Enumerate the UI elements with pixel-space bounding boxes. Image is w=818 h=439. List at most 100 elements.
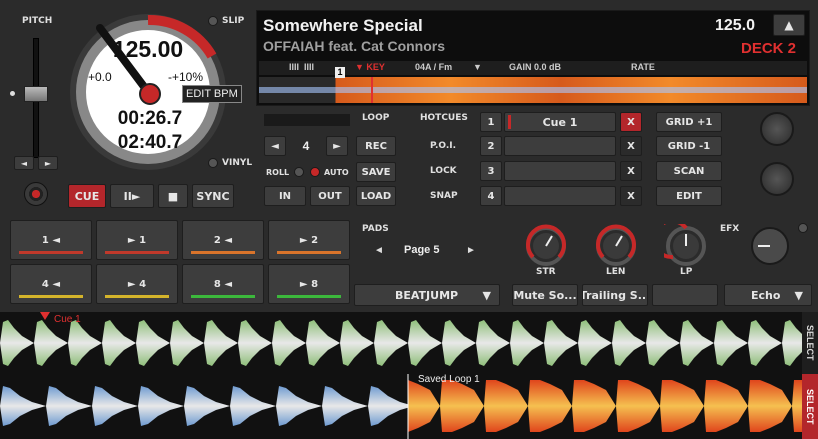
- hotcue-4-number[interactable]: 4: [480, 186, 502, 206]
- pads-mode-dropdown[interactable]: BEATJUMP ▼: [354, 284, 500, 306]
- hotcue-4-delete-button[interactable]: X: [620, 186, 642, 206]
- select-top-button[interactable]: SELECT: [802, 312, 818, 374]
- loop-out-button[interactable]: OUT: [310, 186, 350, 206]
- pads-mode-value: BEATJUMP: [395, 288, 459, 302]
- pad-6[interactable]: ► 4: [96, 264, 178, 304]
- pads-prev-page-button[interactable]: ◄: [374, 245, 384, 256]
- effect-slot-3[interactable]: [652, 284, 718, 306]
- snap-label: SNAP: [430, 191, 458, 201]
- grid-knob-top[interactable]: [760, 112, 794, 146]
- loop-load-button[interactable]: LOAD: [356, 186, 396, 206]
- pad-4[interactable]: ► 2: [268, 220, 350, 260]
- roll-label: ROLL: [266, 168, 290, 177]
- len-label: LEN: [606, 267, 626, 277]
- vinyl-led[interactable]: [208, 158, 218, 168]
- eject-button[interactable]: ▲: [773, 14, 805, 36]
- hotcue-2-button[interactable]: [504, 136, 616, 156]
- grid-knob-bottom[interactable]: [760, 162, 794, 196]
- effect-slot-2[interactable]: Trailing S...: [582, 284, 648, 306]
- key-label: ▼ KEY: [355, 62, 385, 72]
- pad-4-bar: [277, 251, 341, 254]
- pad-2-label: ► 1: [127, 234, 147, 246]
- hotcue-3-number[interactable]: 3: [480, 161, 502, 181]
- pad-1-label: 1 ◄: [41, 234, 61, 246]
- track-info-panel: Somewhere Special OFFAIAH feat. Cat Conn…: [256, 10, 810, 106]
- slip-label: SLIP: [222, 16, 245, 26]
- hotcue-1-number[interactable]: 1: [480, 112, 502, 132]
- track-title: Somewhere Special: [263, 16, 423, 35]
- loop-in-button[interactable]: IN: [264, 186, 306, 206]
- pad-8[interactable]: ► 8: [268, 264, 350, 304]
- grid-scan-button[interactable]: SCAN: [656, 161, 722, 181]
- slip-led[interactable]: [208, 16, 218, 26]
- str-knob[interactable]: [524, 224, 568, 268]
- play-pause-button[interactable]: II►: [110, 184, 154, 208]
- pad-5-bar: [19, 295, 83, 298]
- hotcue-4-button[interactable]: [504, 186, 616, 206]
- vinyl-label: VINYL: [222, 158, 253, 168]
- auto-led[interactable]: [310, 167, 320, 177]
- pad-2[interactable]: ► 1: [96, 220, 178, 260]
- loop-halve-button[interactable]: ◄: [264, 136, 286, 156]
- pads-page-label: Page 5: [404, 244, 440, 256]
- loop-indicator: [264, 114, 350, 126]
- track-bpm: 125.0: [715, 17, 756, 34]
- effect-slot-1[interactable]: Mute So...: [512, 284, 578, 306]
- hotcue-2-number[interactable]: 2: [480, 136, 502, 156]
- grid-edit-button[interactable]: EDIT: [656, 186, 722, 206]
- pad-6-label: ► 4: [127, 278, 147, 290]
- hotcue-3-button[interactable]: [504, 161, 616, 181]
- pitch-range-minus: +0.0: [88, 70, 112, 84]
- str-label: STR: [536, 267, 556, 277]
- loop-double-button[interactable]: ►: [326, 136, 348, 156]
- key-value[interactable]: 04A / Fm: [415, 62, 452, 72]
- pad-7[interactable]: 8 ◄: [182, 264, 264, 304]
- pitch-slider-handle[interactable]: [24, 86, 48, 102]
- grid-minus-button[interactable]: GRID -1: [656, 136, 722, 156]
- pitch-bend-right-button[interactable]: ►: [38, 156, 58, 170]
- pad-1[interactable]: 1 ◄: [10, 220, 92, 260]
- waveform-top-svg: [0, 312, 802, 374]
- efx-knob[interactable]: [748, 224, 792, 268]
- pitch-section: PITCH: [10, 12, 62, 172]
- hotcue-3-delete-button[interactable]: X: [620, 161, 642, 181]
- hotcue-1-button[interactable]: Cue 1: [504, 112, 616, 132]
- overview-center-band: [259, 87, 807, 93]
- waveform-deck-bottom[interactable]: Saved Loop 1: [0, 374, 802, 439]
- grid-plus-button[interactable]: GRID +1: [656, 112, 722, 132]
- loop-size-value: 4: [302, 139, 310, 153]
- hotcue-1-delete-button[interactable]: X: [620, 112, 642, 132]
- pitch-bend-left-button[interactable]: ◄: [14, 156, 34, 170]
- track-artist: OFFAIAH feat. Cat Connors: [263, 38, 446, 54]
- loop-rec-button[interactable]: REC: [356, 136, 396, 156]
- loop-save-button[interactable]: SAVE: [356, 162, 396, 182]
- pad-7-bar: [191, 295, 255, 298]
- gain-value[interactable]: GAIN 0.0 dB: [509, 62, 561, 72]
- scratch-icon[interactable]: [24, 182, 48, 206]
- efx-label: EFX: [720, 224, 740, 234]
- lp-label: LP: [680, 267, 693, 277]
- hotcue-2-delete-button[interactable]: X: [620, 136, 642, 156]
- efx-led[interactable]: [798, 223, 808, 233]
- sync-button[interactable]: SYNC: [192, 184, 234, 208]
- track-overview-waveform[interactable]: 1: [259, 67, 807, 103]
- effect-dropdown[interactable]: Echo ▼: [724, 284, 812, 306]
- cue-button[interactable]: CUE: [68, 184, 106, 208]
- pads-next-page-button[interactable]: ►: [466, 245, 476, 256]
- beatgrid-icon: IIII IIII: [289, 62, 315, 72]
- waveform-cue-marker: Cue 1: [54, 314, 81, 325]
- roll-led[interactable]: [294, 167, 304, 177]
- pad-3[interactable]: 2 ◄: [182, 220, 264, 260]
- lp-knob[interactable]: [664, 224, 708, 268]
- stop-button[interactable]: ■: [158, 184, 188, 208]
- saved-loop-marker: Saved Loop 1: [418, 374, 480, 385]
- waveform-bottom-svg: [0, 374, 802, 439]
- key-dropdown-icon[interactable]: ▼: [473, 62, 482, 72]
- pad-8-label: ► 8: [299, 278, 319, 290]
- select-bottom-button[interactable]: SELECT: [802, 374, 818, 439]
- pad-5[interactable]: 4 ◄: [10, 264, 92, 304]
- pad-3-bar: [191, 251, 255, 254]
- len-knob[interactable]: [594, 224, 638, 268]
- overview-playhead: [371, 77, 373, 103]
- waveform-deck-top[interactable]: Cue 1: [0, 312, 802, 374]
